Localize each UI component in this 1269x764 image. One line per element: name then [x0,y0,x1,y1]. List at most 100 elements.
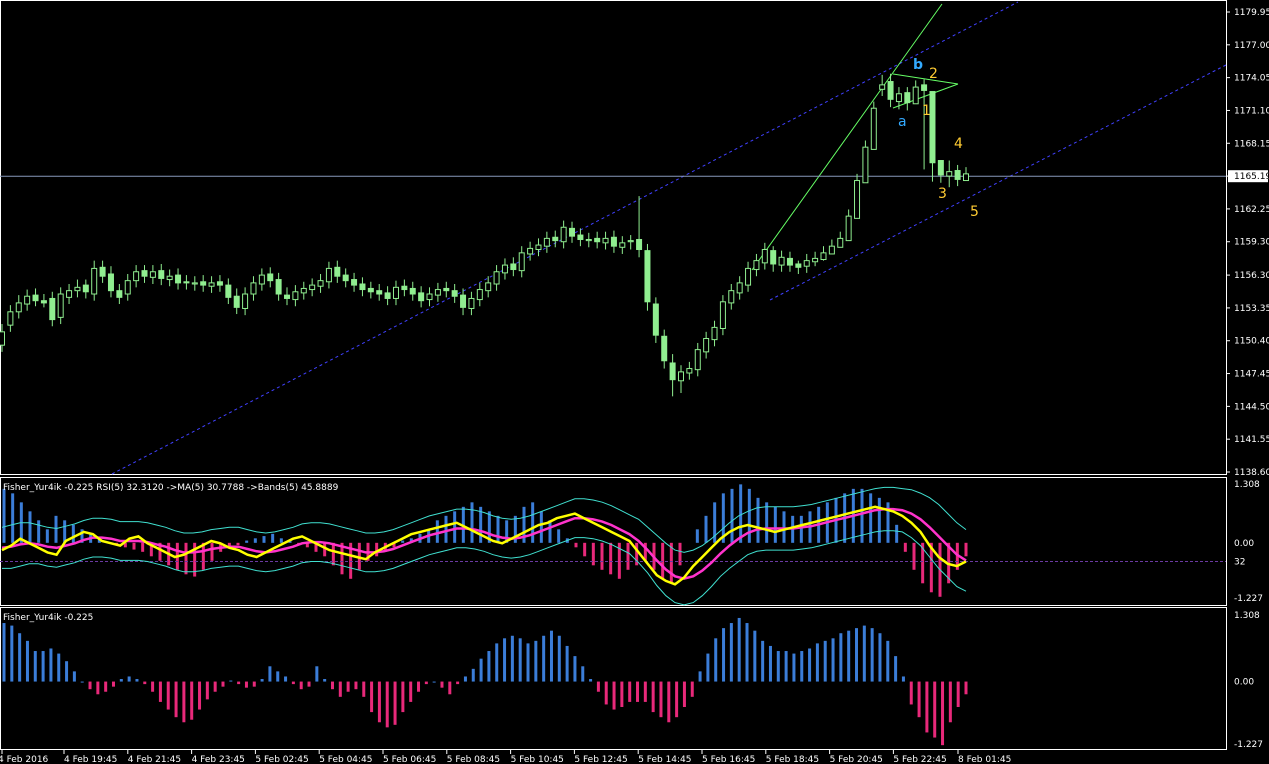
fisher-histogram-bar [198,681,202,710]
candle-body [141,270,148,277]
fisher-histogram-bar [205,681,209,700]
candle-body [392,286,399,299]
candle-body [560,226,567,243]
price-tick-label: 1159.30 [1234,238,1269,248]
fisher-histogram-bar [596,681,600,692]
fisher-histogram-bar [628,681,632,702]
fisher-histogram-bar [964,681,968,695]
fisher-histogram-bar [135,679,139,682]
time-tick-label: 5 Feb 18:45 [766,755,819,764]
candle-body [862,146,869,184]
candle-body [74,286,81,292]
fisher-histogram-bar [503,638,507,682]
candle-body [351,279,358,286]
candle-body [409,287,416,295]
candle-body [636,238,643,251]
candle-body [510,263,517,271]
candle-body [694,349,701,371]
rsi-histogram-bar [765,502,769,543]
candle-body [124,280,131,295]
time-tick-label: 5 Feb 08:45 [447,755,500,764]
rsi-histogram-bar [245,540,249,543]
price-tick-label: 1162.25 [1234,205,1269,215]
fisher-histogram-bar [166,681,170,710]
rsi-histogram-bar [11,493,15,543]
wave-label-1: 1 [922,103,931,119]
fisher-histogram-bar [487,651,491,682]
candle-body [543,237,550,247]
fisher-histogram-bar [88,681,92,690]
fisher-histogram-bar [276,671,280,682]
rsi-histogram-bar [730,488,734,543]
fisher-histogram-bar [612,681,616,710]
fisher-histogram-bar [659,681,663,718]
candle-body [7,311,14,326]
fisher-histogram-bar [370,681,374,713]
price-tick-label: 1153.35 [1234,304,1269,314]
candle-body [476,289,483,301]
fisher-histogram-bar [401,681,405,713]
fisher-histogram-bar [925,681,929,733]
candle-body [66,290,73,298]
fisher-histogram-bar [284,676,288,682]
candle-body [225,284,232,298]
rsi-histogram-bar [184,542,188,575]
candle-body [99,266,106,277]
fisher-histogram-bar [792,653,796,682]
rsi-histogram-bar [799,515,803,543]
fisher-histogram-bar [667,681,671,723]
time-tick-label: 5 Feb 12:45 [574,755,627,764]
candle-body [116,290,123,298]
rsi-histogram-bar [2,488,6,543]
fisher-histogram-bar [260,679,264,682]
time-tick-label: 5 Feb 04:45 [319,755,372,764]
time-tick-label: 4 Feb 21:45 [128,755,181,764]
candle-body [895,93,902,103]
candle-body [325,267,332,283]
wave-label-5: 5 [970,204,979,220]
time-tick-label: 4 Feb 23:45 [192,755,245,764]
fisher-histogram-bar [330,681,334,690]
fisher-histogram-bar [557,635,561,682]
rsi-histogram-bar [583,542,587,557]
rsi-histogram-bar [435,520,439,543]
candle-body [803,260,810,267]
fisher-histogram-bar [565,645,569,682]
candle-body [300,287,307,294]
fisher-tick-label: -1.227 [1234,740,1263,750]
candle-body [644,250,651,303]
rsi-histogram-bar [626,542,630,570]
rsi-panel-frame [0,477,1227,606]
candle-body [149,271,156,278]
fisher-histogram-bar [417,681,421,692]
price-tick-label: 1138.60 [1234,468,1269,478]
fisher-histogram-bar [18,633,22,682]
fisher-histogram-bar [25,640,29,682]
fisher-histogram-bar [323,679,327,682]
fisher-histogram-bar [901,676,905,682]
candle-body [535,244,542,251]
fisher-tick-label: 1.308 [1234,611,1260,621]
fisher-histogram-bar [745,623,749,682]
time-tick-label: 5 Feb 22:45 [893,755,946,764]
candle-body [401,285,408,291]
fisher-histogram-bar [894,656,898,682]
fisher-histogram-bar [589,679,593,682]
rsi-histogram-bar [609,542,613,575]
candle-body [493,271,500,285]
rsi-tick-label: 1.308 [1234,480,1260,490]
candle-body [334,266,341,277]
candle-body [946,171,953,177]
fisher-histogram-bar [761,640,765,682]
fisher-histogram-bar [839,633,843,682]
fisher-histogram-bar [808,648,812,682]
fisher-histogram-bar [33,651,37,682]
candle-body [828,245,835,255]
candle-body [770,250,777,265]
fisher-histogram-bar [604,681,608,705]
rsi-histogram-bar [141,542,145,552]
candle-body [904,92,911,104]
candle-body [275,279,282,295]
rsi-histogram-bar [869,493,873,543]
wave-label-3: 3 [938,186,947,202]
